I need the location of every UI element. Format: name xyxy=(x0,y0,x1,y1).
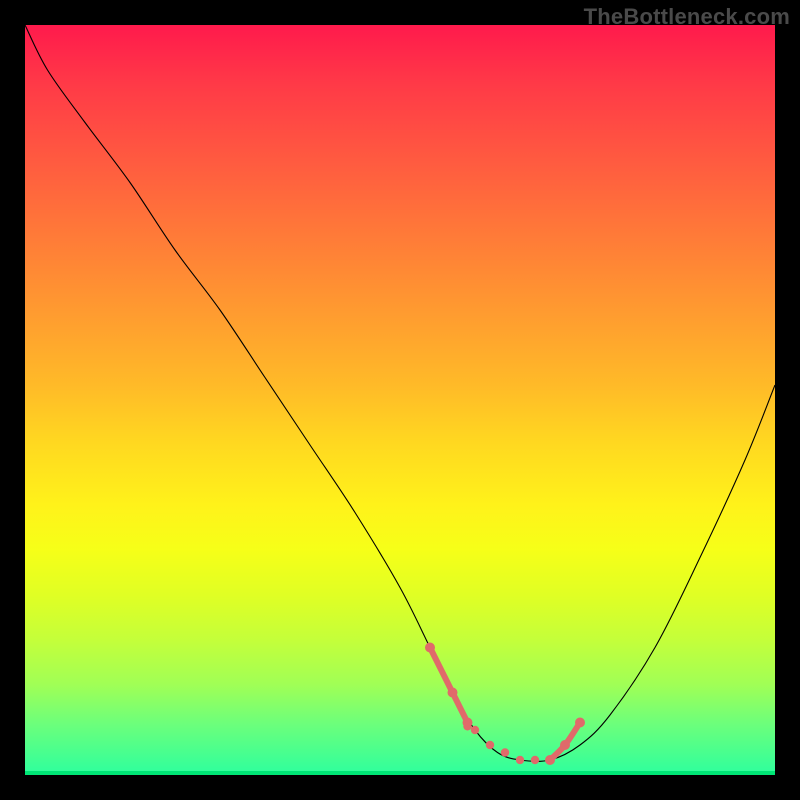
chart-overlay xyxy=(25,25,775,775)
highlight-dot xyxy=(516,756,524,764)
highlight-dot xyxy=(575,718,585,728)
highlight-dot xyxy=(448,688,458,698)
highlight-segment xyxy=(430,648,468,723)
chart-stage: TheBottleneck.com xyxy=(0,0,800,800)
highlight-dot xyxy=(471,726,479,734)
highlight-dot xyxy=(463,722,471,730)
highlight-dot xyxy=(501,748,509,756)
highlight-dot xyxy=(425,643,435,653)
watermark-text: TheBottleneck.com xyxy=(584,4,790,30)
highlight-dot xyxy=(560,740,570,750)
highlight-group xyxy=(425,643,585,766)
highlight-dot xyxy=(545,755,555,765)
plot-area xyxy=(25,25,775,775)
bottleneck-curve xyxy=(25,25,775,761)
highlight-dot xyxy=(531,756,539,764)
highlight-dot xyxy=(486,741,494,749)
